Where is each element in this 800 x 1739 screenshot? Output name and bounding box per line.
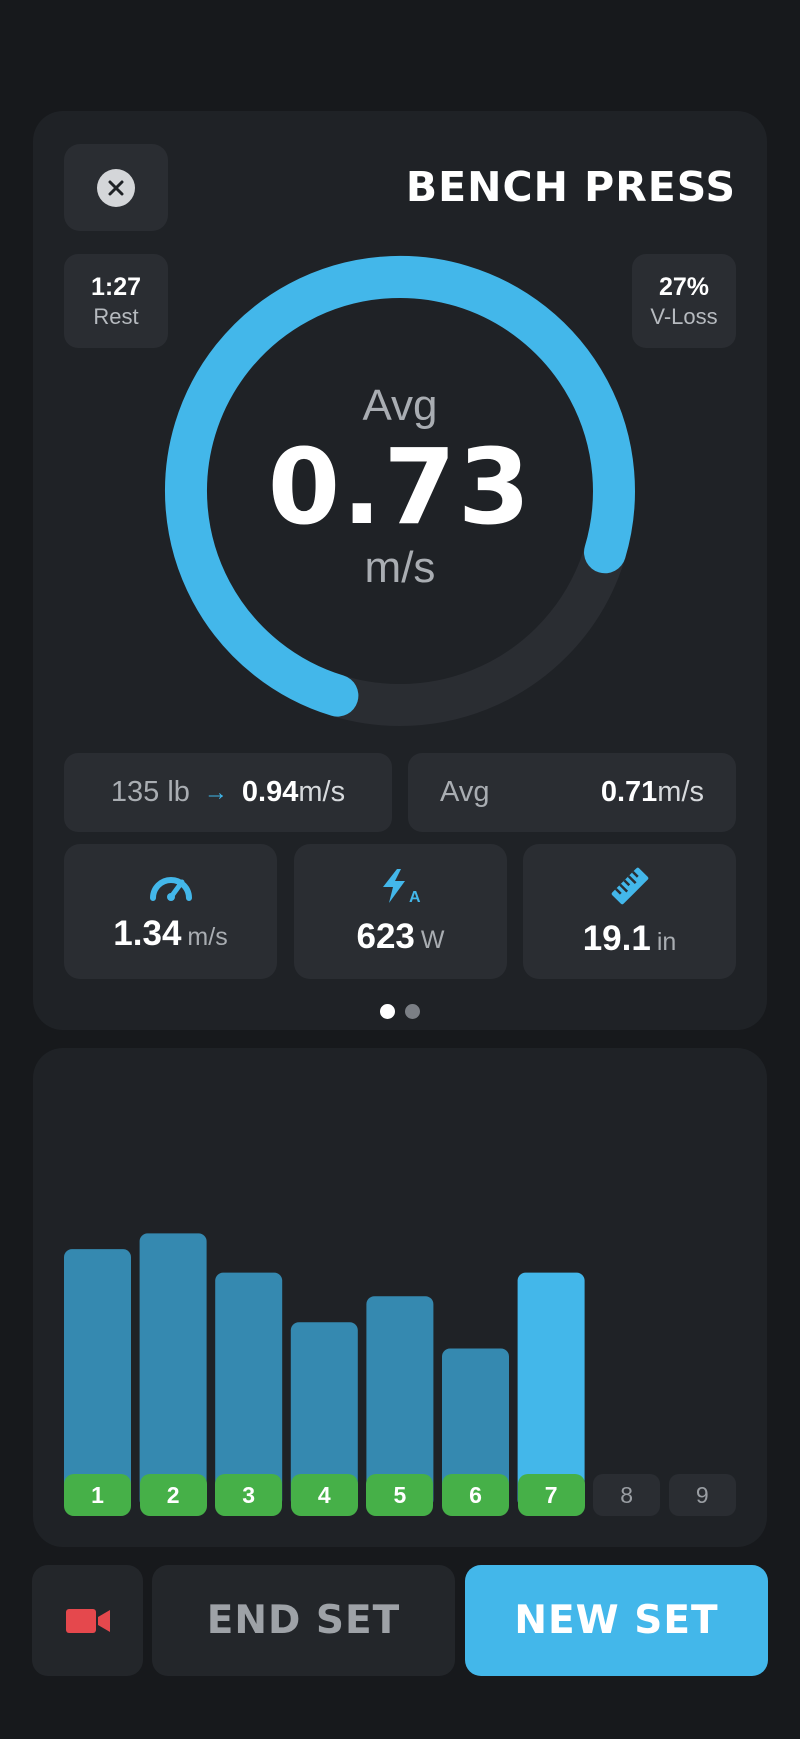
close-icon (97, 168, 135, 207)
average-velocity-stat: Avg 0.71m/s (408, 753, 736, 832)
velocity-loss-value: 27% (658, 273, 710, 301)
rep-label-3[interactable]: 3 (215, 1474, 283, 1516)
range-of-motion-metric: 19.1 in (523, 844, 736, 979)
record-video-button[interactable] (32, 1565, 143, 1676)
rep-label-1[interactable]: 1 (64, 1474, 131, 1516)
gauge-unit: m/s (364, 543, 436, 592)
speedometer-icon (149, 876, 192, 901)
rep-label-8[interactable]: 8 (593, 1474, 661, 1516)
velocity-loss: 27% V-Loss (632, 254, 736, 348)
close-button[interactable] (64, 144, 168, 231)
rep-label-4[interactable]: 4 (290, 1474, 358, 1516)
rep-bar-2[interactable] (139, 1233, 207, 1508)
gauge-readout: Avg 0.73 m/s (160, 381, 640, 593)
average-value: 0.71 (600, 776, 658, 808)
range-of-motion-unit: in (656, 927, 677, 956)
svg-text:A: A (409, 889, 421, 905)
rest-timer: 1:27 Rest (64, 254, 168, 348)
arrow-right-icon: → (203, 778, 228, 806)
power-bolt-icon: A (382, 868, 421, 905)
page-dot-1[interactable] (380, 1004, 395, 1019)
rep-velocity-chart-card (33, 1048, 767, 1547)
exercise-title: BENCH PRESS (405, 163, 736, 211)
rep-bar-7[interactable] (517, 1272, 585, 1508)
load-weight: 135 lb (110, 776, 190, 808)
power-metric: A 623 W (294, 844, 507, 979)
power-unit: W (420, 925, 445, 954)
rep-label-6[interactable]: 6 (442, 1474, 509, 1516)
load-velocity-stat: 135 lb → 0.94m/s (64, 753, 392, 832)
peak-velocity-metric: 1.34 m/s (64, 844, 277, 979)
load-velocity-unit: m/s (298, 776, 346, 808)
rep-label-2[interactable]: 2 (139, 1474, 207, 1516)
rep-velocity-chart (64, 1233, 585, 1508)
page-dot-2[interactable] (405, 1004, 420, 1019)
rep-label-9[interactable]: 9 (668, 1474, 736, 1516)
power-value: 623 (356, 916, 415, 956)
video-camera-icon (65, 1608, 110, 1633)
gauge-label: Avg (362, 381, 438, 430)
average-unit: m/s (657, 776, 704, 808)
average-label: Avg (440, 776, 490, 808)
rep-label-5[interactable]: 5 (366, 1474, 434, 1516)
range-of-motion-value: 19.1 (582, 918, 651, 958)
set-summary-card: BENCH PRESS 1:27 Rest 27% V-Loss Avg 0.7… (33, 111, 767, 1030)
rep-bar-1[interactable] (64, 1249, 131, 1508)
ruler-icon (611, 867, 648, 904)
velocity-loss-label: V-Loss (650, 304, 718, 329)
peak-velocity-unit: m/s (187, 922, 228, 951)
peak-velocity-value: 1.34 (113, 913, 182, 953)
rest-timer-label: Rest (93, 304, 139, 329)
new-set-button[interactable]: NEW SET (465, 1565, 768, 1676)
rep-bar-3[interactable] (215, 1272, 283, 1508)
load-velocity-value: 0.94 (241, 776, 299, 808)
page-indicator[interactable] (33, 1004, 767, 1019)
end-set-button[interactable]: END SET (152, 1565, 455, 1676)
gauge-value: 0.73 (267, 426, 533, 548)
rep-label-7[interactable]: 7 (517, 1474, 585, 1516)
rest-timer-value: 1:27 (90, 273, 142, 301)
